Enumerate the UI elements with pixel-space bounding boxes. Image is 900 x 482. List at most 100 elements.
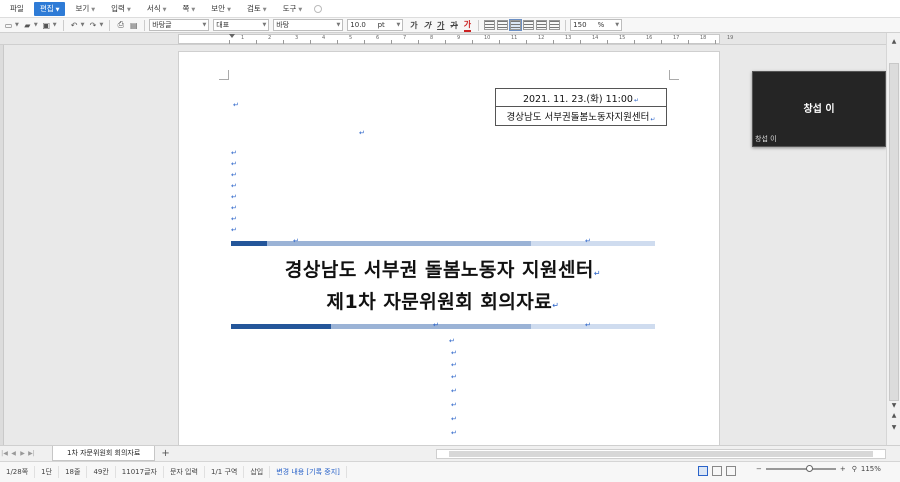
zoom-slider[interactable] <box>765 465 836 472</box>
menu-security[interactable]: 보안 ▼ <box>205 2 237 16</box>
status-bar: 1/28쪽 1단 18줄 49칸 11017글자 문자 입력 1/1 구역 삽입… <box>0 461 900 482</box>
menu-review[interactable]: 검토 ▼ <box>241 2 273 16</box>
menu-view[interactable]: 보기 ▼ <box>69 2 101 16</box>
scroll-thumb[interactable] <box>889 63 899 401</box>
chevron-down-icon: ▼ <box>55 6 60 13</box>
align-divide-icon[interactable] <box>549 20 561 30</box>
chevron-down-icon[interactable]: ▼ <box>34 22 38 28</box>
outline-view-icon[interactable] <box>726 466 736 476</box>
horizontal-scrollbar[interactable] <box>436 449 886 459</box>
zoom-out-icon[interactable]: − <box>756 465 762 473</box>
redo-icon[interactable]: ↷ <box>87 20 98 31</box>
menu-input[interactable]: 입력 ▼ <box>105 2 137 16</box>
menu-edit[interactable]: 편집 ▼ <box>33 1 66 16</box>
status-insert[interactable]: 삽입 <box>244 466 271 478</box>
zoom-in-icon[interactable]: + <box>840 465 846 473</box>
add-tab-button[interactable]: + <box>161 448 169 459</box>
ruler-tick <box>688 40 689 44</box>
preview-icon[interactable]: ▤ <box>128 20 139 31</box>
ruler-number: 10 <box>484 35 491 41</box>
ruler-tick <box>229 40 230 44</box>
date-info-box[interactable]: 2021. 11. 23.(화) 11:00 ↵ 경상남도 서부권돌봄노동자지원센… <box>495 88 667 126</box>
ruler-number: 1 <box>241 35 245 41</box>
chevron-down-icon[interactable]: ▼ <box>53 22 57 28</box>
chevron-down-icon[interactable]: ▼ <box>81 22 85 28</box>
undo-icon[interactable]: ↶ <box>69 20 80 31</box>
align-distribute-icon[interactable] <box>536 20 548 30</box>
prev-tab-icon[interactable]: ◀ <box>9 450 18 457</box>
chevron-down-icon: ▼ <box>262 22 267 28</box>
align-justify-icon[interactable] <box>484 20 496 30</box>
horizontal-scroll-thumb[interactable] <box>449 451 873 457</box>
align-left-icon[interactable] <box>497 20 509 30</box>
strike-button[interactable]: 가 <box>450 20 457 31</box>
page-down-icon[interactable]: ▼ <box>889 423 899 432</box>
font-select[interactable]: 바탕 ▼ <box>273 19 344 31</box>
italic-button[interactable]: 가 <box>424 20 431 31</box>
paragraph-mark: ↵ <box>633 97 640 104</box>
menu-edit-label: 편집 <box>39 3 54 13</box>
help-icon[interactable] <box>314 4 323 13</box>
align-center-icon[interactable] <box>509 19 523 31</box>
underline-button[interactable]: 가 <box>437 20 444 31</box>
paragraph-mark: ↵ <box>231 171 237 179</box>
paragraph-mark: ↵ <box>231 193 237 201</box>
menu-tools[interactable]: 도구 ▼ <box>277 2 309 16</box>
print-icon[interactable]: ⎙ <box>115 20 126 31</box>
ruler-tick <box>553 40 554 44</box>
page-up-icon[interactable]: ▲ <box>889 411 899 420</box>
align-right-icon[interactable] <box>523 20 535 30</box>
next-tab-icon[interactable]: ▶ <box>18 450 27 457</box>
language-select[interactable]: 대표 ▼ <box>213 19 270 31</box>
indent-marker-icon[interactable] <box>229 34 235 38</box>
vertical-scrollbar[interactable]: ▲ ▼ ▲ ▼ <box>886 33 900 445</box>
scroll-down-icon[interactable]: ▼ <box>889 401 899 410</box>
bold-button[interactable]: 가 <box>410 20 417 31</box>
horizontal-ruler-area: 1 2 3 4 5 6 7 8 9 10 11 12 13 14 15 16 17 18 19 <box>0 33 900 45</box>
paragraph-mark: ↵ <box>585 237 591 245</box>
scroll-up-icon[interactable]: ▲ <box>889 37 899 46</box>
last-tab-icon[interactable]: ▶| <box>27 450 36 457</box>
chevron-down-icon: ▼ <box>396 22 401 28</box>
web-view-icon[interactable] <box>712 466 722 476</box>
menu-page[interactable]: 쪽 ▼ <box>177 2 202 16</box>
font-size-unit: pt <box>377 21 385 29</box>
formatting-toolbar: ▭ ▼ ▰ ▼ ▣ ▼ ↶ ▼ ↷ ▼ ⎙ ▤ 바탕글 ▼ 대표 ▼ 바탕 ▼ 10.0 pt ▼ … <box>0 17 900 33</box>
ruler-tick <box>391 40 392 44</box>
language-select-value: 대표 <box>216 21 230 29</box>
open-folder-icon[interactable]: ▰ <box>22 20 33 31</box>
zoom-select[interactable]: 150% ▼ <box>570 19 623 31</box>
document-title[interactable]: 경상남도 서부권 돌봄노동자 지원센터↵ 제1차 자문위원회 회의자료↵ <box>231 256 655 320</box>
font-size-input[interactable]: 10.0 pt ▼ <box>347 19 404 31</box>
ruler-number: 3 <box>295 35 299 41</box>
chevron-down-icon[interactable]: ▼ <box>99 22 103 28</box>
save-icon[interactable]: ▣ <box>41 20 52 31</box>
paragraph-mark: ↵ <box>451 415 457 423</box>
zoom-select-unit: % <box>597 21 605 29</box>
zoom-value[interactable]: 115% <box>861 465 881 473</box>
new-document-icon[interactable]: ▭ <box>3 20 14 31</box>
style-select[interactable]: 바탕글 ▼ <box>149 19 210 31</box>
page-view-icon[interactable] <box>698 466 708 476</box>
zoom-slider-knob[interactable] <box>805 465 813 472</box>
horizontal-ruler[interactable]: 1 2 3 4 5 6 7 8 9 10 11 12 13 14 15 16 17 18 19 <box>178 34 733 44</box>
ruler-number: 16 <box>646 35 653 41</box>
paragraph-mark: ↵ <box>233 101 239 109</box>
document-tab[interactable]: 1차 자문위원회 회의자료 <box>52 446 156 461</box>
title-band-bottom <box>231 324 655 329</box>
document-page[interactable]: ↵ ↵ ↵ ↵ ↵ ↵ ↵ ↵ ↵ ↵ 2021. 11. 23.(화) 11:… <box>178 51 720 445</box>
ruler-number: 11 <box>511 35 518 41</box>
status-track-changes[interactable]: 변경 내용 [기록 중지] <box>270 466 347 478</box>
status-section: 1단 <box>35 466 60 478</box>
font-color-button[interactable]: 가 <box>463 19 472 32</box>
menu-page-label: 쪽 <box>182 3 190 13</box>
menu-file[interactable]: 파일 <box>4 2 30 16</box>
status-page[interactable]: 1/28쪽 <box>0 466 36 478</box>
magnifier-icon[interactable]: ⚲ <box>852 465 857 473</box>
chevron-down-icon[interactable]: ▼ <box>15 22 19 28</box>
first-tab-icon[interactable]: |◀ <box>0 450 9 457</box>
status-input-mode[interactable]: 문자 입력 <box>164 466 205 478</box>
menu-format[interactable]: 서식 ▼ <box>141 2 173 16</box>
ruler-number: 9 <box>457 35 461 41</box>
video-call-overlay[interactable]: 창섭 이 창섭 이 <box>752 71 886 147</box>
